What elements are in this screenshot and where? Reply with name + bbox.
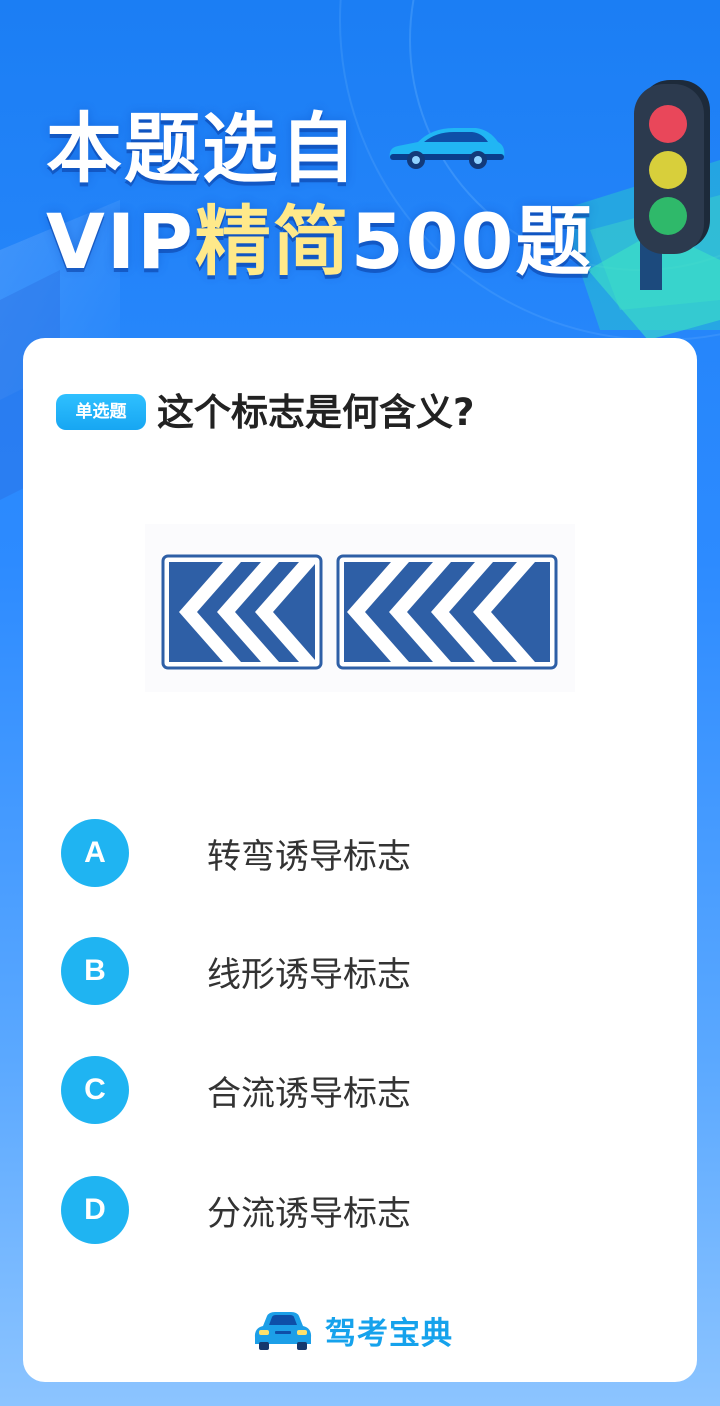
option-b-letter: B: [61, 937, 129, 1005]
question-title: 这个标志是何含义?: [157, 391, 475, 434]
option-d[interactable]: D 分流诱导标志: [61, 1175, 661, 1245]
option-d-text: 分流诱导标志: [207, 1193, 411, 1234]
option-b-text: 线形诱导标志: [207, 954, 411, 995]
option-c-letter: C: [61, 1056, 129, 1124]
hero-title-line2: VIP精简500题: [46, 196, 593, 288]
option-c-text: 合流诱导标志: [207, 1073, 411, 1114]
option-a-letter: A: [61, 819, 129, 887]
option-a-text: 转弯诱导标志: [207, 836, 411, 877]
hero-title-suffix: 500题: [350, 197, 594, 286]
car-logo-icon: [254, 1312, 312, 1350]
traffic-light-icon: [588, 80, 720, 340]
sign-panel-left: [161, 554, 323, 670]
question-card: 单选题 这个标志是何含义? A 转弯诱导标志 B 线形诱导标志 C 合流诱导标志…: [23, 338, 697, 1382]
brand-name: 驾考宝典: [325, 1315, 453, 1352]
sign-panel-right: [336, 554, 558, 670]
hero-title-line1: 本题选自: [46, 104, 358, 193]
option-b[interactable]: B 线形诱导标志: [61, 936, 661, 1006]
option-d-letter: D: [61, 1176, 129, 1244]
question-type-badge: 单选题: [56, 394, 146, 430]
option-a[interactable]: A 转弯诱导标志: [61, 818, 661, 888]
hero-title-accent: 精简: [194, 197, 351, 286]
hero-title-prefix: VIP: [46, 197, 195, 286]
line-guidance-sign-image: [145, 524, 575, 692]
option-c[interactable]: C 合流诱导标志: [61, 1055, 661, 1125]
brand-logo: 驾考宝典: [251, 1306, 453, 1354]
car-icon: [389, 128, 505, 169]
